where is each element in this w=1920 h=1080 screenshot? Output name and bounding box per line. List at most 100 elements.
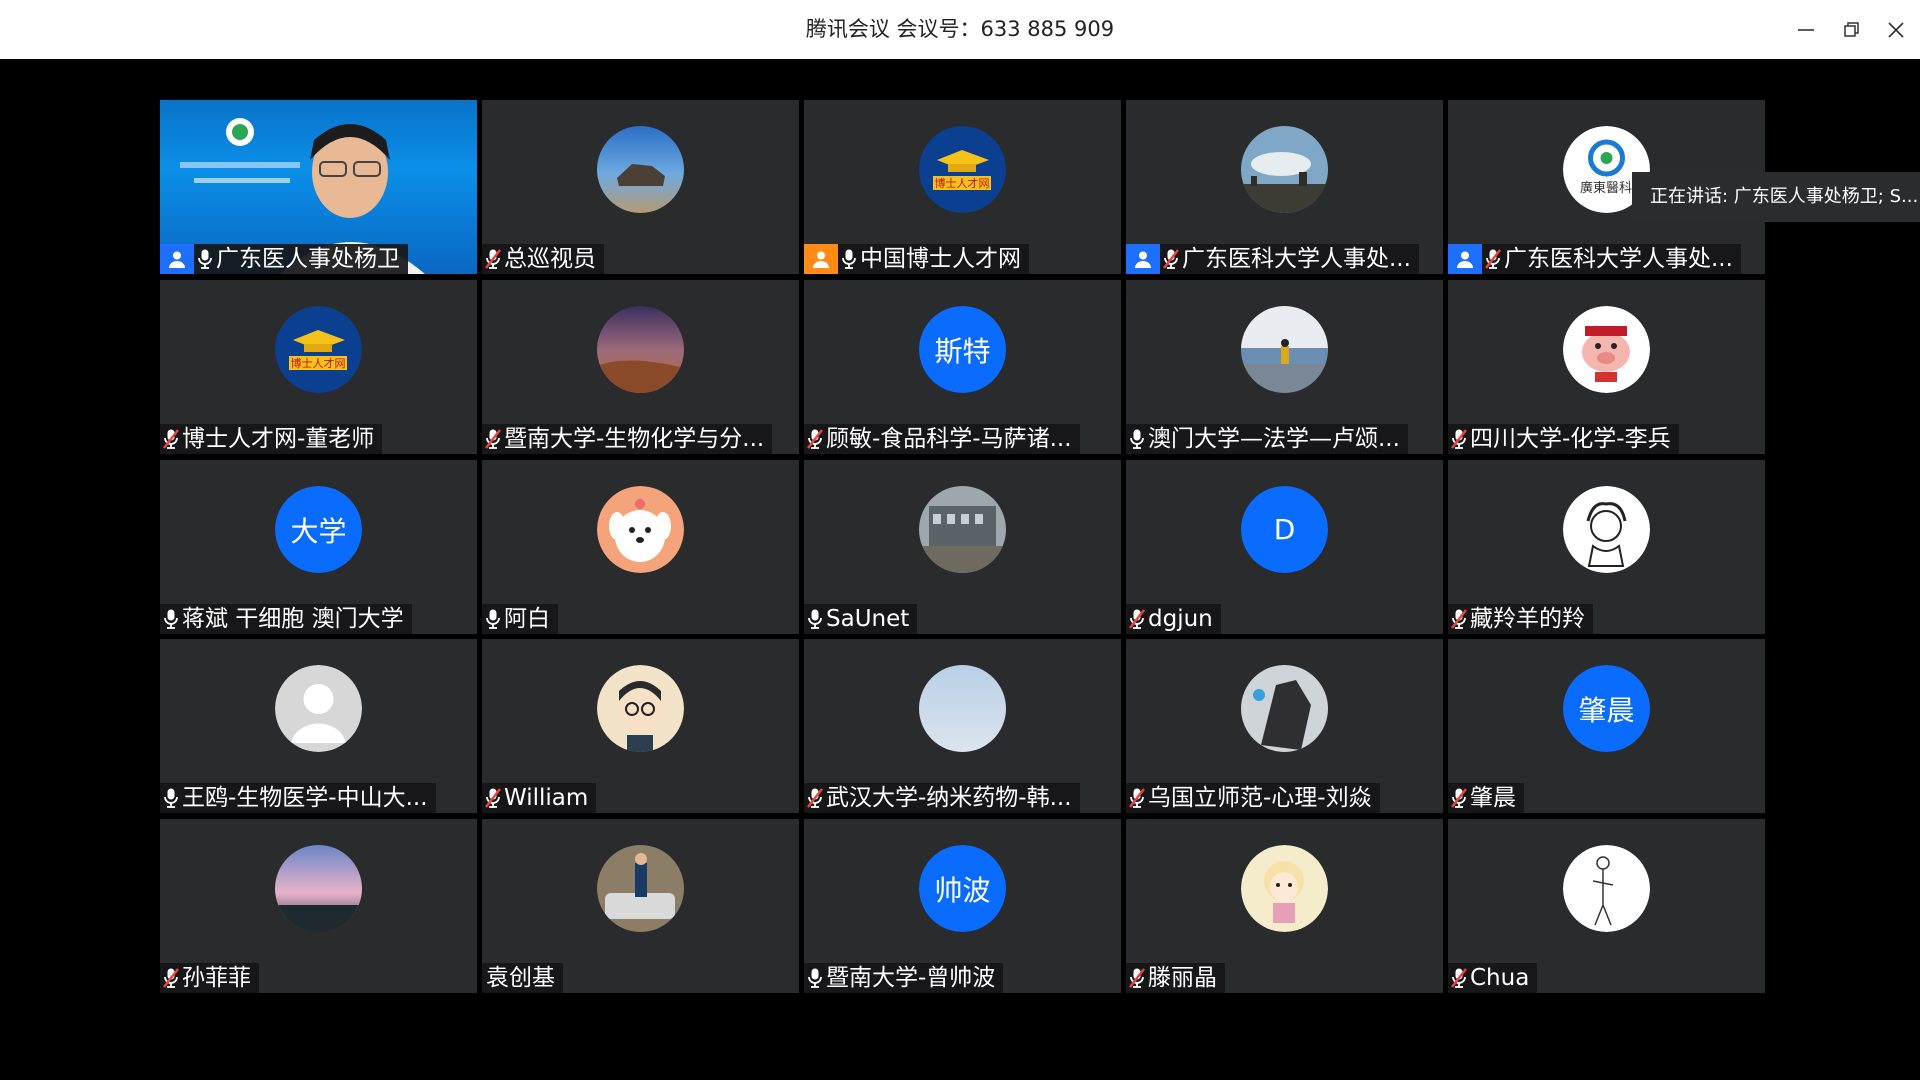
- participant-name: 蒋斌 干细胞 澳门大学: [182, 606, 404, 632]
- participant-name: 袁创基: [486, 965, 555, 991]
- mic-muted-icon: [804, 783, 826, 813]
- participant-avatar: 帅波: [919, 845, 1006, 932]
- participant-name-bar: SaUnet: [804, 604, 918, 634]
- participant-name: 乌国立师范-心理-刘焱: [1148, 785, 1372, 811]
- participant-avatar: [1241, 665, 1328, 752]
- participant-avatar: 斯特: [919, 306, 1006, 393]
- participant-name-bar: 肇晨: [1448, 783, 1524, 813]
- participant-name-bar: 广东医人事处杨卫: [160, 244, 408, 274]
- participant-tile[interactable]: 阿白: [482, 460, 799, 634]
- participant-name: 暨南大学-生物化学与分...: [504, 426, 765, 452]
- participant-name-bar: 王鸥-生物医学-中山大...: [160, 783, 436, 813]
- close-icon: [1888, 22, 1904, 38]
- mic-muted-icon: [160, 424, 182, 454]
- svg-text:博士人才网: 博士人才网: [935, 176, 990, 190]
- participant-name-bar: 藏羚羊的羚: [1448, 604, 1593, 634]
- participant-tile[interactable]: SaUnet: [804, 460, 1121, 634]
- avatar-initials: 肇晨: [1563, 665, 1650, 752]
- participant-avatar: D: [1241, 486, 1328, 573]
- svg-text:博士人才网: 博士人才网: [291, 356, 346, 370]
- participant-name: 四川大学-化学-李兵: [1470, 426, 1671, 452]
- close-button[interactable]: [1878, 12, 1914, 48]
- participant-avatar: [1241, 126, 1328, 213]
- participant-avatar: 大学: [275, 486, 362, 573]
- participant-tile[interactable]: 武汉大学-纳米药物-韩...: [804, 639, 1121, 813]
- participant-name-bar: William: [482, 783, 597, 813]
- participant-tile[interactable]: 肇晨 肇晨: [1448, 639, 1765, 813]
- avatar-initials: 帅波: [919, 845, 1006, 932]
- participant-tile[interactable]: 总巡视员: [482, 100, 799, 274]
- participant-avatar: [597, 486, 684, 573]
- participant-avatar: [597, 306, 684, 393]
- participant-name-bar: 乌国立师范-心理-刘焱: [1126, 783, 1380, 813]
- participant-tile[interactable]: 滕丽晶: [1126, 819, 1443, 993]
- participant-tile[interactable]: 藏羚羊的羚: [1448, 460, 1765, 634]
- participant-tile[interactable]: 博士人才网 博士人才网-董老师: [160, 280, 477, 454]
- participant-tile[interactable]: 广东医人事处杨卫: [160, 100, 477, 274]
- participant-tile[interactable]: 袁创基: [482, 819, 799, 993]
- mic-muted-icon: [1482, 244, 1504, 274]
- mic-muted-icon: [1126, 604, 1148, 634]
- mic-icon: [160, 604, 182, 634]
- mic-muted-icon: [160, 963, 182, 993]
- participant-avatar: [1241, 845, 1328, 932]
- participant-name-bar: 广东医科大学人事处...: [1126, 244, 1419, 274]
- mic-muted-icon: [1448, 783, 1470, 813]
- participant-name-bar: dgjun: [1126, 604, 1221, 634]
- participant-tile[interactable]: 帅波 暨南大学-曾帅波: [804, 819, 1121, 993]
- mic-muted-icon: [1448, 963, 1470, 993]
- participant-name-bar: Chua: [1448, 963, 1538, 993]
- participant-avatar: [275, 845, 362, 932]
- participant-avatar: [1241, 306, 1328, 393]
- mic-icon: [1126, 424, 1148, 454]
- participant-name: 肇晨: [1470, 785, 1516, 811]
- participant-avatar: [275, 665, 362, 752]
- participant-name: 广东医科大学人事处...: [1182, 246, 1411, 272]
- participant-tile[interactable]: D dgjun: [1126, 460, 1443, 634]
- participant-tile[interactable]: 暨南大学-生物化学与分...: [482, 280, 799, 454]
- mic-muted-icon: [1126, 963, 1148, 993]
- participant-name: 王鸥-生物医学-中山大...: [182, 785, 428, 811]
- host-role-icon: [160, 244, 194, 274]
- participant-tile[interactable]: 乌国立师范-心理-刘焱: [1126, 639, 1443, 813]
- participant-avatar: [597, 665, 684, 752]
- participant-name-bar: 博士人才网-董老师: [160, 424, 383, 454]
- participant-name: 总巡视员: [504, 246, 596, 272]
- title-bar: 腾讯会议 会议号：633 885 909: [0, 0, 1920, 59]
- participant-name: 广东医人事处杨卫: [216, 246, 400, 272]
- minimize-button[interactable]: [1788, 12, 1824, 48]
- participant-name: 广东医科大学人事处...: [1504, 246, 1733, 272]
- participant-tile[interactable]: 孙菲菲: [160, 819, 477, 993]
- mic-muted-icon: [1126, 783, 1148, 813]
- minimize-icon: [1798, 29, 1814, 31]
- participant-name-bar: 暨南大学-曾帅波: [804, 963, 1004, 993]
- participant-avatar: 博士人才网: [275, 306, 362, 393]
- participant-name: 暨南大学-曾帅波: [826, 965, 996, 991]
- participant-name-bar: 孙菲菲: [160, 963, 259, 993]
- participant-tile[interactable]: 广东医科大学人事处...: [1126, 100, 1443, 274]
- participant-name-bar: 广东医科大学人事处...: [1448, 244, 1741, 274]
- participant-name-bar: 滕丽晶: [1126, 963, 1225, 993]
- participant-tile[interactable]: 斯特 顾敏-食品科学-马萨诸...: [804, 280, 1121, 454]
- participant-tile[interactable]: 大学 蒋斌 干细胞 澳门大学: [160, 460, 477, 634]
- participant-name-bar: 中国博士人才网: [804, 244, 1029, 274]
- meeting-title: 腾讯会议 会议号：633 885 909: [805, 17, 1115, 41]
- participant-name: 滕丽晶: [1148, 965, 1217, 991]
- participant-tile[interactable]: 王鸥-生物医学-中山大...: [160, 639, 477, 813]
- participant-tile[interactable]: 博士人才网 中国博士人才网: [804, 100, 1121, 274]
- participant-name: William: [504, 785, 589, 811]
- participant-tile[interactable]: 澳门大学—法学—卢颂...: [1126, 280, 1443, 454]
- participant-tile[interactable]: Chua: [1448, 819, 1765, 993]
- participant-name-bar: 蒋斌 干细胞 澳门大学: [160, 604, 412, 634]
- mic-muted-icon: [482, 783, 504, 813]
- restore-button[interactable]: [1834, 12, 1870, 48]
- participant-name: 澳门大学—法学—卢颂...: [1148, 426, 1400, 452]
- participant-tile[interactable]: 四川大学-化学-李兵: [1448, 280, 1765, 454]
- participant-name: 孙菲菲: [182, 965, 251, 991]
- participant-name-bar: 袁创基: [482, 963, 563, 993]
- participant-tile[interactable]: William: [482, 639, 799, 813]
- mic-muted-icon: [482, 244, 504, 274]
- mic-muted-icon: [1160, 244, 1182, 274]
- host-role-icon: [1126, 244, 1160, 274]
- participant-avatar: [1563, 845, 1650, 932]
